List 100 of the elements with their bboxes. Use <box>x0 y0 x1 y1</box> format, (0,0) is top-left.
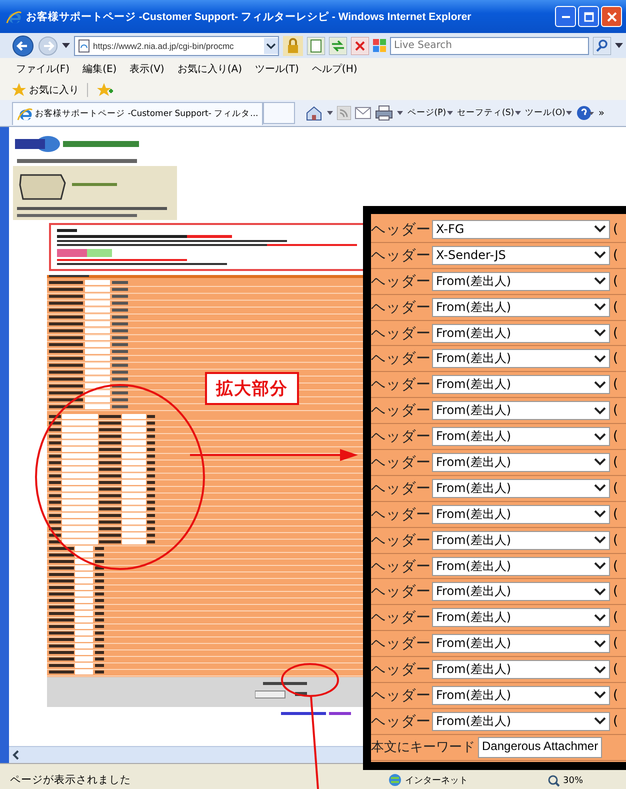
dropdown-caret-icon[interactable] <box>327 111 334 115</box>
search-field[interactable]: Live Search <box>390 36 589 54</box>
header-dropdown[interactable]: From(差出人) <box>432 504 610 524</box>
illegible-links-drawing <box>281 711 351 717</box>
menu-item[interactable]: お気に入り(A) <box>177 62 242 76</box>
header-dropdown[interactable]: From(差出人) <box>432 712 610 731</box>
minimize-icon <box>562 16 570 18</box>
row-text: ( <box>613 403 618 418</box>
row-label: ヘッダー <box>371 350 429 368</box>
row-text: ( <box>613 558 618 574</box>
header-dropdown[interactable]: From(差出人) <box>432 272 610 291</box>
browser-tab[interactable]: お客様サポートページ -Customer Support- フィルタ... <box>12 102 264 124</box>
address-field[interactable]: https://www2.nia.ad.jp/cgi-bin/procmc <box>74 36 279 56</box>
dropdown-caret-icon[interactable] <box>397 111 404 115</box>
home-icon[interactable] <box>305 105 324 121</box>
dropdown-caret-icon[interactable] <box>264 38 278 54</box>
refresh-icon[interactable] <box>329 36 347 54</box>
chevron-down-icon <box>594 717 606 726</box>
header-dropdown[interactable]: From(差出人) <box>432 298 610 317</box>
overflow-chevron[interactable]: » <box>598 108 604 118</box>
search-icon[interactable] <box>593 36 611 54</box>
command-menu[interactable]: ツール(O) <box>525 107 572 119</box>
row-label: ヘッダー <box>371 454 429 472</box>
header-dropdown[interactable]: X-Sender-JS <box>432 246 610 265</box>
command-menu[interactable]: ページ(P) <box>407 107 454 119</box>
star-icon <box>12 83 26 97</box>
row-label: ヘッダー <box>371 402 429 420</box>
back-icon[interactable] <box>12 34 34 56</box>
chevron-down-icon <box>594 666 606 674</box>
header-dropdown[interactable]: From(差出人) <box>432 634 610 654</box>
menu-item[interactable]: ヘルプ(H) <box>312 62 358 76</box>
search-provider-icon <box>373 38 387 52</box>
menu-item[interactable]: ファイル(F) <box>16 62 70 76</box>
row-text: ( <box>613 662 618 678</box>
header-dropdown[interactable]: From(差出人) <box>432 686 610 705</box>
command-menu[interactable]: セーフティ(S) <box>457 107 522 119</box>
close-button[interactable] <box>601 6 622 27</box>
header-dropdown[interactable]: From(差出人) <box>432 582 610 602</box>
help-icon[interactable] <box>576 105 594 121</box>
browser-logo-icon <box>6 8 22 24</box>
row-label: ヘッダー <box>371 609 429 628</box>
security-zone: インターネット <box>388 773 468 787</box>
row-text: ( <box>613 688 618 703</box>
row-text: ( <box>613 480 618 496</box>
chevron-down-icon <box>594 588 606 596</box>
highlight-circle <box>281 663 339 697</box>
close-icon <box>606 12 616 22</box>
menu-item[interactable]: 編集(E) <box>82 62 117 76</box>
chevron-down-icon <box>594 562 606 570</box>
mail-icon[interactable] <box>355 107 372 119</box>
header-dropdown[interactable]: From(差出人) <box>432 349 610 368</box>
row-label: ヘッダー <box>371 220 429 239</box>
header-dropdown[interactable]: From(差出人) <box>432 427 610 446</box>
printer-icon[interactable] <box>375 105 394 121</box>
row-label: ヘッダー <box>371 480 429 498</box>
row-label: ヘッダー <box>371 558 429 576</box>
zoom-level[interactable]: 30% <box>548 775 584 787</box>
callout-label: 拡大部分 <box>205 372 299 405</box>
header-dropdown[interactable]: From(差出人) <box>432 324 610 342</box>
menu-item[interactable]: 表示(V) <box>130 62 164 76</box>
dropdown-caret-icon <box>447 111 454 115</box>
menu-item[interactable]: ツール(T) <box>255 62 299 76</box>
chevron-down-icon <box>594 277 606 286</box>
horizontal-scrollbar[interactable] <box>9 746 363 763</box>
chevron-down-icon <box>594 484 606 492</box>
chevron-down-icon <box>594 432 606 441</box>
row-text: ( <box>613 326 618 340</box>
row-label: ヘッダー <box>371 428 429 446</box>
header-dropdown[interactable]: From(差出人) <box>432 660 610 680</box>
add-favorite-icon[interactable] <box>96 82 114 98</box>
header-dropdown[interactable]: From(差出人) <box>432 608 610 628</box>
header-dropdown[interactable]: From(差出人) <box>432 375 610 394</box>
minimize-button[interactable] <box>555 6 576 27</box>
row-text: ( <box>613 714 618 729</box>
keyword-field[interactable]: Dangerous Attachmer <box>478 736 602 758</box>
dropdown-caret-icon[interactable] <box>615 42 623 48</box>
row-label: ヘッダー <box>371 324 429 342</box>
dropdown-caret-icon[interactable] <box>62 42 70 48</box>
header-dropdown[interactable]: From(差出人) <box>432 556 610 576</box>
magnifier-icon <box>548 775 560 787</box>
chevron-down-icon <box>594 458 606 466</box>
row-label: ヘッダー <box>371 376 429 394</box>
row-text: ( <box>613 532 618 548</box>
maximize-button[interactable] <box>578 6 599 27</box>
row-label: ヘッダー <box>371 635 429 654</box>
header-dropdown[interactable]: X-FG <box>432 220 610 239</box>
header-dropdown[interactable]: From(差出人) <box>432 452 610 472</box>
header-dropdown[interactable]: From(差出人) <box>432 478 610 498</box>
favorites-button[interactable]: お気に入り <box>12 83 79 97</box>
chevron-down-icon <box>594 691 606 700</box>
chevron-down-icon <box>594 614 606 622</box>
chevron-down-icon <box>594 406 606 415</box>
row-text: ( <box>613 274 618 289</box>
header-dropdown[interactable]: From(差出人) <box>432 530 610 550</box>
row-text: ( <box>613 636 618 652</box>
stop-icon[interactable] <box>351 36 369 54</box>
globe-icon <box>388 773 402 787</box>
header-dropdown[interactable]: From(差出人) <box>432 401 610 420</box>
window-title: お客様サポートページ -Customer Support- フィルターレシピ - Windows Internet Explorer <box>26 10 472 24</box>
certificate-icon[interactable] <box>307 36 325 54</box>
